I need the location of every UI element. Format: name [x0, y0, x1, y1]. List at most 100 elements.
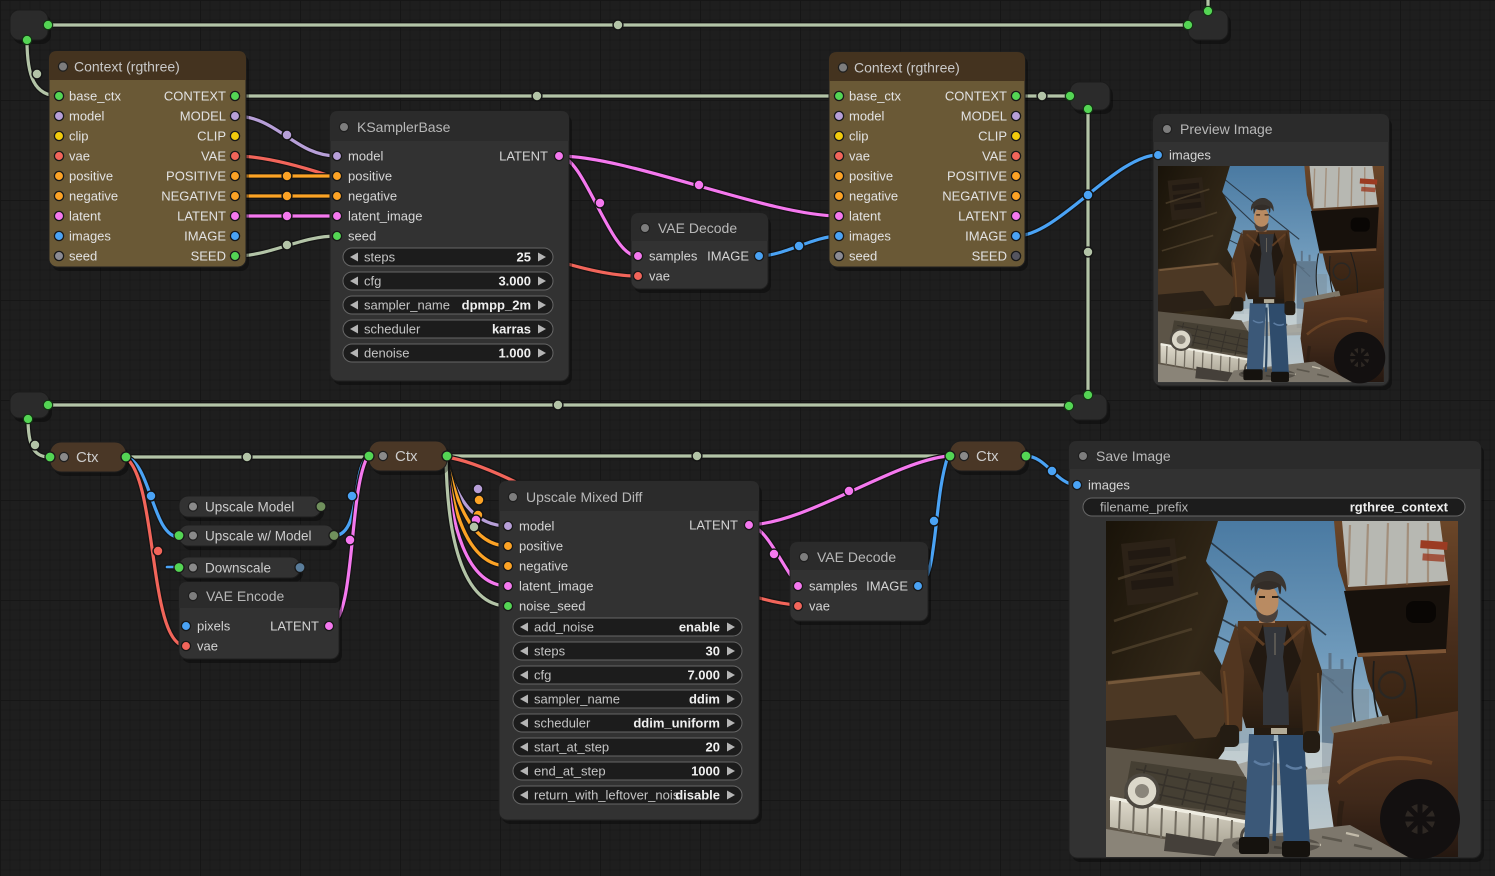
svg-text:sampler_name: sampler_name — [534, 692, 620, 707]
svg-text:Ctx: Ctx — [976, 448, 999, 465]
svg-text:Upscale Mixed Diff: Upscale Mixed Diff — [526, 489, 643, 505]
svg-text:cfg: cfg — [534, 668, 551, 683]
svg-text:images: images — [1088, 478, 1130, 493]
svg-text:cfg: cfg — [364, 274, 381, 289]
svg-text:25: 25 — [517, 250, 531, 265]
svg-text:Context (rgthree): Context (rgthree) — [74, 59, 180, 75]
svg-text:images: images — [69, 229, 111, 244]
svg-text:NEGATIVE: NEGATIVE — [942, 189, 1007, 204]
svg-text:steps: steps — [534, 644, 566, 659]
svg-text:add_noise: add_noise — [534, 620, 594, 635]
svg-text:VAE Decode: VAE Decode — [817, 549, 896, 565]
svg-text:vae: vae — [809, 599, 830, 614]
svg-text:sampler_name: sampler_name — [364, 298, 450, 313]
svg-text:dpmpp_2m: dpmpp_2m — [462, 298, 531, 313]
svg-text:IMAGE: IMAGE — [184, 229, 226, 244]
svg-text:positive: positive — [348, 169, 392, 184]
svg-text:VAE: VAE — [982, 149, 1007, 164]
svg-text:Context (rgthree): Context (rgthree) — [854, 60, 960, 76]
svg-text:denoise: denoise — [364, 346, 410, 361]
svg-text:VAE Decode: VAE Decode — [658, 220, 737, 236]
svg-text:vae: vae — [849, 149, 870, 164]
svg-text:Ctx: Ctx — [76, 449, 99, 466]
svg-text:CLIP: CLIP — [197, 129, 226, 144]
svg-text:3.000: 3.000 — [498, 274, 531, 289]
svg-text:CLIP: CLIP — [978, 129, 1007, 144]
svg-text:IMAGE: IMAGE — [965, 229, 1007, 244]
svg-text:samples: samples — [649, 249, 698, 264]
svg-text:model: model — [69, 109, 105, 124]
svg-text:images: images — [1169, 148, 1211, 163]
svg-text:images: images — [849, 229, 891, 244]
svg-text:clip: clip — [849, 129, 869, 144]
svg-text:positive: positive — [849, 169, 893, 184]
svg-text:latent_image: latent_image — [348, 209, 422, 224]
svg-text:enable: enable — [679, 620, 720, 635]
svg-text:model: model — [519, 519, 555, 534]
svg-text:negative: negative — [348, 189, 397, 204]
svg-text:POSITIVE: POSITIVE — [166, 169, 226, 184]
svg-text:MODEL: MODEL — [961, 109, 1007, 124]
svg-text:7.000: 7.000 — [687, 668, 720, 683]
svg-text:KSamplerBase: KSamplerBase — [357, 119, 451, 135]
svg-text:rgthree_context: rgthree_context — [1350, 500, 1449, 515]
svg-text:IMAGE: IMAGE — [866, 579, 908, 594]
svg-text:steps: steps — [364, 250, 396, 265]
svg-text:LATENT: LATENT — [689, 518, 738, 533]
svg-text:ddim_uniform: ddim_uniform — [633, 716, 720, 731]
svg-text:POSITIVE: POSITIVE — [947, 169, 1007, 184]
svg-text:1000: 1000 — [691, 764, 720, 779]
svg-text:negative: negative — [69, 189, 118, 204]
svg-text:ddim: ddim — [689, 692, 720, 707]
svg-text:karras: karras — [492, 322, 531, 337]
svg-text:noise_seed: noise_seed — [519, 599, 586, 614]
svg-text:vae: vae — [69, 149, 90, 164]
svg-text:MODEL: MODEL — [180, 109, 226, 124]
svg-text:latent: latent — [69, 209, 101, 224]
svg-text:negative: negative — [519, 559, 568, 574]
svg-text:Preview Image: Preview Image — [1180, 121, 1273, 137]
svg-text:seed: seed — [348, 229, 376, 244]
svg-text:Save Image: Save Image — [1096, 448, 1171, 464]
svg-text:base_ctx: base_ctx — [849, 89, 902, 104]
svg-text:LATENT: LATENT — [499, 149, 548, 164]
svg-text:SEED: SEED — [191, 249, 226, 264]
svg-text:NEGATIVE: NEGATIVE — [161, 189, 226, 204]
svg-text:LATENT: LATENT — [177, 209, 226, 224]
svg-text:positive: positive — [69, 169, 113, 184]
svg-text:latent: latent — [849, 209, 881, 224]
svg-text:start_at_step: start_at_step — [534, 740, 609, 755]
svg-text:vae: vae — [649, 269, 670, 284]
svg-text:scheduler: scheduler — [534, 716, 591, 731]
svg-text:Upscale w/ Model: Upscale w/ Model — [205, 529, 312, 544]
svg-text:VAE Encode: VAE Encode — [206, 588, 285, 604]
svg-text:1.000: 1.000 — [498, 346, 531, 361]
svg-text:vae: vae — [197, 639, 218, 654]
svg-text:CONTEXT: CONTEXT — [945, 89, 1007, 104]
svg-text:positive: positive — [519, 539, 563, 554]
svg-text:IMAGE: IMAGE — [707, 249, 749, 264]
svg-text:base_ctx: base_ctx — [69, 89, 122, 104]
svg-text:clip: clip — [69, 129, 89, 144]
svg-text:Ctx: Ctx — [395, 448, 418, 465]
svg-text:pixels: pixels — [197, 619, 231, 634]
svg-text:model: model — [849, 109, 885, 124]
svg-text:20: 20 — [706, 740, 720, 755]
svg-text:model: model — [348, 149, 384, 164]
svg-text:negative: negative — [849, 189, 898, 204]
svg-text:30: 30 — [706, 644, 720, 659]
svg-text:scheduler: scheduler — [364, 322, 421, 337]
svg-text:seed: seed — [69, 249, 97, 264]
svg-text:filename_prefix: filename_prefix — [1100, 500, 1189, 515]
svg-text:Downscale: Downscale — [205, 561, 271, 576]
svg-text:LATENT: LATENT — [270, 619, 319, 634]
svg-text:seed: seed — [849, 249, 877, 264]
svg-text:CONTEXT: CONTEXT — [164, 89, 226, 104]
svg-text:latent_image: latent_image — [519, 579, 593, 594]
svg-text:disable: disable — [675, 788, 720, 803]
svg-text:end_at_step: end_at_step — [534, 764, 606, 779]
svg-text:LATENT: LATENT — [958, 209, 1007, 224]
svg-text:Upscale Model: Upscale Model — [205, 500, 294, 515]
svg-text:samples: samples — [809, 579, 858, 594]
svg-text:VAE: VAE — [201, 149, 226, 164]
